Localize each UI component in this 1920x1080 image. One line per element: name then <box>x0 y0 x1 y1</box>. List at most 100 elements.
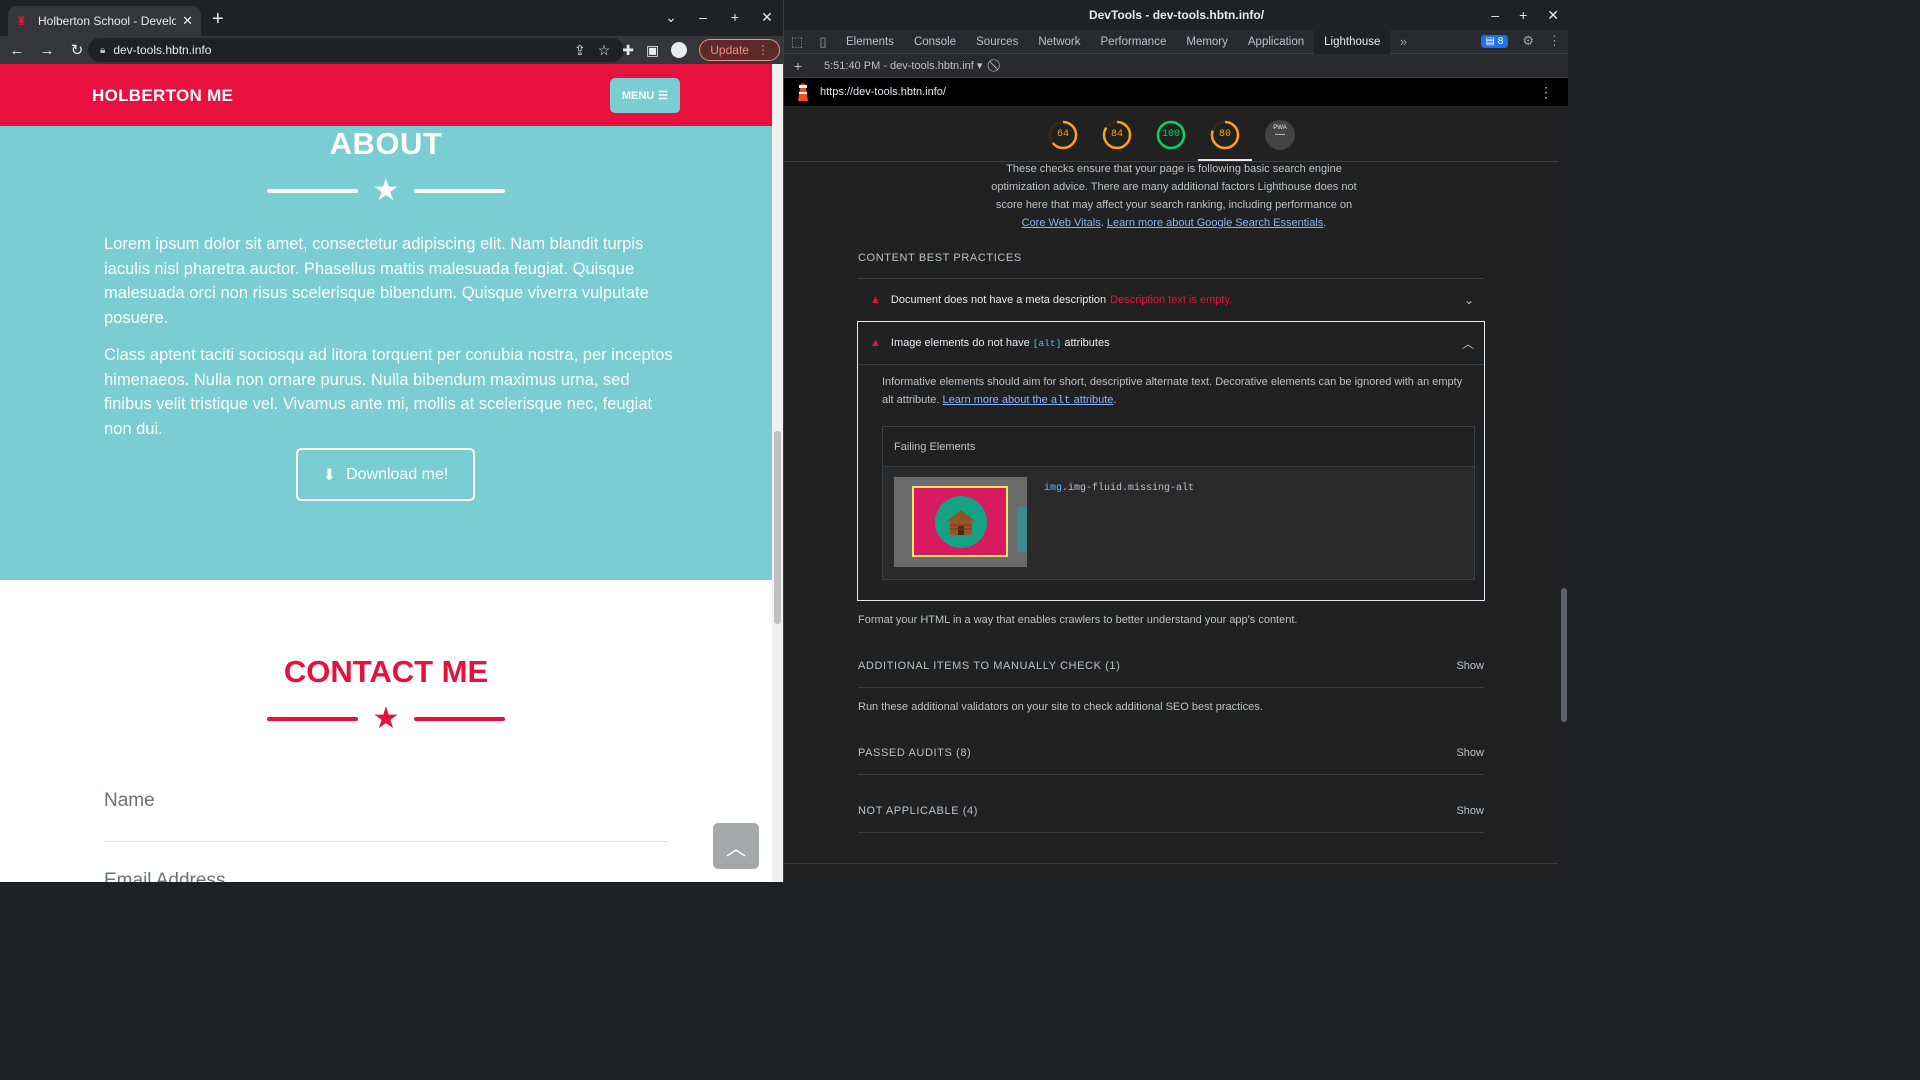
group-passed-audits[interactable]: PASSED AUDITS (8) <box>858 747 971 759</box>
chevron-up-icon[interactable]: ︿ <box>1462 335 1474 352</box>
score-gauges: 64 84 100 80 PWA — <box>784 106 1558 162</box>
minimize-icon[interactable]: – <box>1491 7 1499 24</box>
report-url-bar: https://dev-tools.hbtn.info/ ⋮ <box>784 78 1568 106</box>
audit-title: Document does not have a meta descriptio… <box>890 294 1107 306</box>
site-brand[interactable]: HOLBERTON ME <box>92 86 233 106</box>
gauge-score: 64 <box>1056 129 1069 140</box>
gauge-pwa[interactable]: PWA — <box>1265 120 1295 150</box>
email-field[interactable]: Email Address <box>104 870 225 882</box>
search-essentials-link[interactable]: Learn more about Google Search Essential… <box>1107 217 1323 229</box>
pwa-dash-icon: — <box>1275 129 1285 140</box>
failing-elements-header: Failing Elements <box>883 427 1474 467</box>
failing-node-selector[interactable]: img.img-fluid.missing-alt <box>1044 483 1194 494</box>
name-field[interactable]: Name <box>104 790 155 812</box>
browser-toolbar: ← → ↻ 🔒︎ dev-tools.hbtn.info ⇪ ☆ ✚ ▣ Upd… <box>0 36 783 64</box>
bookmark-star-icon[interactable]: ☆ <box>598 42 611 59</box>
close-window-icon[interactable]: ✕ <box>761 9 773 26</box>
report-scrollbar[interactable] <box>1558 106 1568 882</box>
about-paragraph-1: Lorem ipsum dolor sit amet, consectetur … <box>104 235 649 327</box>
tab-sources[interactable]: Sources <box>966 30 1028 54</box>
gauge-performance[interactable]: 64 <box>1048 120 1078 150</box>
about-paragraph-2: Class aptent taciti sociosqu ad litora t… <box>104 346 673 438</box>
side-panel-icon[interactable]: ▣ <box>646 42 659 59</box>
share-icon[interactable]: ⇪ <box>574 42 586 59</box>
gauge-seo[interactable]: 80 <box>1210 120 1240 150</box>
tab-performance[interactable]: Performance <box>1091 30 1177 54</box>
customize-kebab-icon[interactable]: ⋮ <box>1548 33 1561 49</box>
maximize-icon[interactable]: + <box>1519 7 1527 24</box>
about-divider: ★ <box>267 176 505 206</box>
audit-image-alt-header[interactable]: ▲ Image elements do not have [alt] attri… <box>858 322 1484 364</box>
tab-strip: ♜ Holberton School - Developer ✕ + ⌄ – +… <box>0 0 783 36</box>
show-passed-button[interactable]: Show <box>1456 747 1484 759</box>
audit-meta-description[interactable]: ▲ Document does not have a meta descript… <box>858 279 1484 321</box>
contact-title: CONTACT ME <box>283 654 489 689</box>
gauge-score: 100 <box>1161 129 1180 140</box>
lighthouse-logo-icon <box>798 83 808 101</box>
tab-search-icon[interactable]: ⌄ <box>665 9 677 26</box>
close-tab-icon[interactable]: ✕ <box>182 13 193 29</box>
address-bar[interactable]: 🔒︎ dev-tools.hbtn.info <box>88 38 624 62</box>
star-icon: ★ <box>372 174 400 207</box>
lighthouse-report: 64 84 100 80 PWA — These checks ensure t… <box>784 106 1558 882</box>
minimize-icon[interactable]: – <box>697 9 709 26</box>
about-title: ABOUT <box>329 126 443 161</box>
scroll-to-top-button[interactable]: ︿ <box>713 823 759 869</box>
manual-checks-description: Run these additional validators on your … <box>858 701 1263 713</box>
extensions-icon[interactable]: ✚ <box>622 42 634 59</box>
contact-divider: ★ <box>267 704 505 734</box>
device-toolbar-icon[interactable]: ▯ <box>810 34 836 50</box>
devtools-tabbar: ⬚ ▯ Elements Console Sources Network Per… <box>784 29 1568 54</box>
address-url[interactable]: dev-tools.hbtn.info <box>113 43 211 57</box>
back-icon[interactable]: ← <box>4 42 30 59</box>
update-button[interactable]: Update ⋮ <box>699 39 780 61</box>
download-label: Download me! <box>346 465 449 483</box>
fail-triangle-icon: ▲ <box>870 337 881 349</box>
new-tab-icon[interactable]: + <box>212 9 224 29</box>
report-url[interactable]: https://dev-tools.hbtn.info/ <box>820 86 946 98</box>
menu-button[interactable]: MENU ☰ <box>610 78 680 113</box>
tab-lighthouse[interactable]: Lighthouse <box>1314 29 1391 54</box>
tab-application[interactable]: Application <box>1238 30 1314 54</box>
maximize-icon[interactable]: + <box>729 9 741 26</box>
tab-elements[interactable]: Elements <box>836 30 904 54</box>
gauge-score: 80 <box>1218 129 1231 140</box>
close-window-icon[interactable]: ✕ <box>1547 7 1559 24</box>
element-screenshot[interactable] <box>894 477 1027 567</box>
browser-tab[interactable]: ♜ Holberton School - Developer ✕ <box>8 6 201 36</box>
inspect-element-icon[interactable]: ⬚ <box>784 34 810 50</box>
audit-display-value: Description text is empty. <box>1110 294 1233 306</box>
devtools-window: DevTools - dev-tools.hbtn.info/ – + ✕ ⬚ … <box>783 0 1568 882</box>
tab-console[interactable]: Console <box>904 30 966 54</box>
report-menu-icon[interactable]: ⋮ <box>1539 84 1553 101</box>
reload-icon[interactable]: ↻ <box>64 41 90 59</box>
show-not-applicable-button[interactable]: Show <box>1456 805 1484 817</box>
report-selector[interactable]: 5:51:40 PM - dev-tools.hbtn.inf ▾ <box>824 59 982 72</box>
chevron-down-icon[interactable]: ⌄ <box>1464 293 1474 307</box>
core-web-vitals-link[interactable]: Core Web Vitals <box>1022 217 1101 229</box>
show-manual-button[interactable]: Show <box>1456 660 1484 672</box>
audit-description: Informative elements should aim for shor… <box>882 376 1463 407</box>
devtools-title: DevTools - dev-tools.hbtn.info/ <box>1088 8 1265 22</box>
more-tabs-icon[interactable]: » <box>1390 34 1416 49</box>
issues-badge[interactable]: ▤ 8 <box>1480 34 1509 48</box>
gauge-accessibility[interactable]: 84 <box>1102 120 1132 150</box>
group-manual-checks[interactable]: ADDITIONAL ITEMS TO MANUALLY CHECK (1) <box>858 660 1120 672</box>
new-report-icon[interactable]: + <box>784 58 812 74</box>
page-viewport: HOLBERTON ME MENU ☰ ABOUT ★ Lorem ipsum … <box>0 64 772 882</box>
group-title-content: CONTENT BEST PRACTICES <box>858 252 1022 264</box>
alt-attribute-link[interactable]: Learn more about the alt attribute <box>943 394 1114 407</box>
profile-avatar[interactable] <box>671 42 688 58</box>
download-button[interactable]: ⬇ Download me! <box>296 448 475 501</box>
menu-label: MENU <box>621 89 655 102</box>
forward-icon[interactable]: → <box>34 42 60 59</box>
page-scrollbar[interactable] <box>772 64 783 882</box>
group-not-applicable[interactable]: NOT APPLICABLE (4) <box>858 805 978 817</box>
failing-elements-table: Failing Elements img.img-fluid.missing-a… <box>882 426 1475 580</box>
cabin-icon <box>947 510 975 535</box>
lock-icon[interactable]: 🔒︎ <box>100 45 105 56</box>
tab-network[interactable]: Network <box>1028 30 1090 54</box>
tab-memory[interactable]: Memory <box>1176 30 1238 54</box>
gauge-best-practices[interactable]: 100 <box>1156 120 1186 150</box>
settings-gear-icon[interactable]: ⚙ <box>1522 33 1534 49</box>
